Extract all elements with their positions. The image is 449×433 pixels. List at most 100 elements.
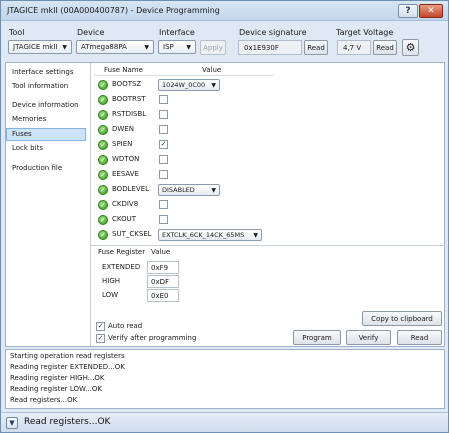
fuse-name: RSTDISBL	[112, 110, 147, 118]
sidebar-divider	[90, 63, 91, 346]
fuse-name: CKDIV8	[112, 200, 139, 208]
fuse-row: ✓ BODLEVEL DISABLED ▼	[98, 184, 298, 197]
chevron-down-icon: ▼	[211, 187, 216, 194]
copy-to-clipboard-button[interactable]: Copy to clipboard	[362, 311, 442, 326]
sidebar-item-memories[interactable]: Memories	[12, 115, 46, 123]
log-line: Reading register HIGH...OK	[10, 374, 105, 382]
check-circle-icon: ✓	[98, 110, 108, 120]
check-icon: ✓	[97, 334, 104, 342]
status-bar: ▼ Read registers...OK	[1, 412, 448, 432]
fuse-name: BOOTSZ	[112, 80, 142, 88]
question-icon: ?	[405, 6, 411, 16]
fuse-dropdown-value: 1024W_0C00	[162, 81, 206, 89]
help-button[interactable]: ?	[398, 4, 418, 18]
tool-select-value: JTAGICE mkII	[13, 43, 58, 51]
read-voltage-button[interactable]: Read	[373, 40, 397, 55]
sidebar-item-tool-information[interactable]: Tool information	[12, 82, 68, 90]
fuse-value-header: Value	[202, 66, 222, 74]
fuse-name: SPIEN	[112, 140, 133, 148]
fuse-name: BOOTRST	[112, 95, 146, 103]
sidebar-item-lock-bits[interactable]: Lock bits	[12, 144, 43, 152]
register-value-field[interactable]: 0xE0	[147, 289, 179, 302]
chevron-down-icon: ▼	[186, 44, 191, 51]
read-signature-button[interactable]: Read	[304, 40, 328, 55]
apply-button[interactable]: Apply	[200, 40, 226, 55]
sidebar-item-device-information[interactable]: Device information	[12, 101, 79, 109]
fuse-value-dropdown[interactable]: EXTCLK_6CK_14CK_65MS ▼	[158, 229, 262, 241]
expand-log-button[interactable]: ▼	[6, 417, 18, 429]
fuse-checkbox[interactable]	[159, 155, 168, 164]
chevron-down-icon: ▼	[9, 419, 15, 427]
check-circle-icon: ✓	[98, 230, 108, 240]
fuse-value-dropdown[interactable]: DISABLED ▼	[158, 184, 220, 196]
register-value-field[interactable]: 0xF9	[147, 261, 179, 274]
settings-button[interactable]: ⚙	[402, 39, 419, 56]
fuse-name: BODLEVEL	[112, 185, 150, 193]
fuse-register-divider	[91, 245, 445, 246]
register-value-field[interactable]: 0xDF	[147, 275, 179, 288]
check-circle-icon: ✓	[98, 95, 108, 105]
device-signature-value: 0x1E930F	[238, 40, 302, 55]
fuse-name-header: Fuse Name	[104, 66, 143, 74]
tool-select[interactable]: JTAGICE mkII ▼	[8, 40, 72, 54]
sidebar-item-interface-settings[interactable]: Interface settings	[12, 68, 73, 76]
close-icon: ✕	[427, 6, 435, 16]
interface-select[interactable]: ISP ▼	[158, 40, 196, 54]
check-icon: ✓	[160, 140, 167, 148]
check-icon: ✓	[97, 322, 104, 330]
output-log[interactable]: Starting operation read registers Readin…	[5, 349, 445, 409]
device-signature-label: Device signature	[239, 28, 307, 37]
interface-select-value: ISP	[163, 43, 174, 51]
device-select[interactable]: ATmega88PA ▼	[76, 40, 154, 54]
auto-read-checkbox[interactable]: ✓	[96, 322, 105, 331]
fuse-checkbox[interactable]	[159, 95, 168, 104]
check-circle-icon: ✓	[98, 80, 108, 90]
read-fuses-button[interactable]: Read	[397, 330, 442, 345]
auto-read-label: Auto read	[108, 322, 143, 330]
log-line: Starting operation read registers	[10, 352, 125, 360]
main-panel: Interface settings Tool information Devi…	[5, 62, 445, 347]
fuse-name: WDTON	[112, 155, 140, 163]
close-button[interactable]: ✕	[419, 4, 443, 18]
fuse-checkbox[interactable]	[159, 125, 168, 134]
check-circle-icon: ✓	[98, 215, 108, 225]
sidebar-item-fuses[interactable]: Fuses	[12, 130, 32, 138]
title-bar[interactable]: JTAGICE mkII (00A000400787) - Device Pro…	[1, 1, 448, 21]
register-name: HIGH	[102, 277, 121, 285]
fuse-checkbox[interactable]	[159, 110, 168, 119]
chevron-down-icon: ▼	[211, 82, 216, 89]
fuse-row: ✓ SPIEN ✓	[98, 139, 298, 152]
device-select-value: ATmega88PA	[81, 43, 127, 51]
fuse-row: ✓ DWEN	[98, 124, 298, 137]
fuse-row: ✓ BOOTSZ 1024W_0C00 ▼	[98, 79, 298, 92]
fuse-name: CKOUT	[112, 215, 137, 223]
log-line: Read registers...OK	[10, 396, 78, 404]
fuse-row: ✓ WDTON	[98, 154, 298, 167]
check-circle-icon: ✓	[98, 125, 108, 135]
check-circle-icon: ✓	[98, 155, 108, 165]
sidebar-item-production-file[interactable]: Production file	[12, 164, 62, 172]
window-title: JTAGICE mkII (00A000400787) - Device Pro…	[7, 6, 220, 15]
fuse-dropdown-value: EXTCLK_6CK_14CK_65MS	[162, 231, 245, 239]
target-voltage-label: Target Voltage	[336, 28, 394, 37]
fuse-dropdown-value: DISABLED	[162, 186, 195, 194]
status-text: Read registers...OK	[24, 417, 111, 427]
fuse-register-header: Fuse Register	[98, 248, 146, 256]
program-button[interactable]: Program	[293, 330, 341, 345]
verify-after-programming-checkbox[interactable]: ✓	[96, 334, 105, 343]
fuse-checkbox[interactable]	[159, 170, 168, 179]
fuse-row: ✓ EESAVE	[98, 169, 298, 182]
fuse-checkbox[interactable]: ✓	[159, 140, 168, 149]
fuse-header-divider	[94, 75, 274, 76]
check-circle-icon: ✓	[98, 185, 108, 195]
interface-label: Interface	[159, 28, 195, 37]
chevron-down-icon: ▼	[144, 44, 149, 51]
verify-button[interactable]: Verify	[346, 330, 391, 345]
register-name: EXTENDED	[102, 263, 141, 271]
fuse-checkbox[interactable]	[159, 200, 168, 209]
fuse-checkbox[interactable]	[159, 215, 168, 224]
fuse-value-dropdown[interactable]: 1024W_0C00 ▼	[158, 79, 220, 91]
fuse-row: ✓ SUT_CKSEL EXTCLK_6CK_14CK_65MS ▼	[98, 229, 298, 242]
fuse-row: ✓ RSTDISBL	[98, 109, 298, 122]
fuse-row: ✓ CKDIV8	[98, 199, 298, 212]
